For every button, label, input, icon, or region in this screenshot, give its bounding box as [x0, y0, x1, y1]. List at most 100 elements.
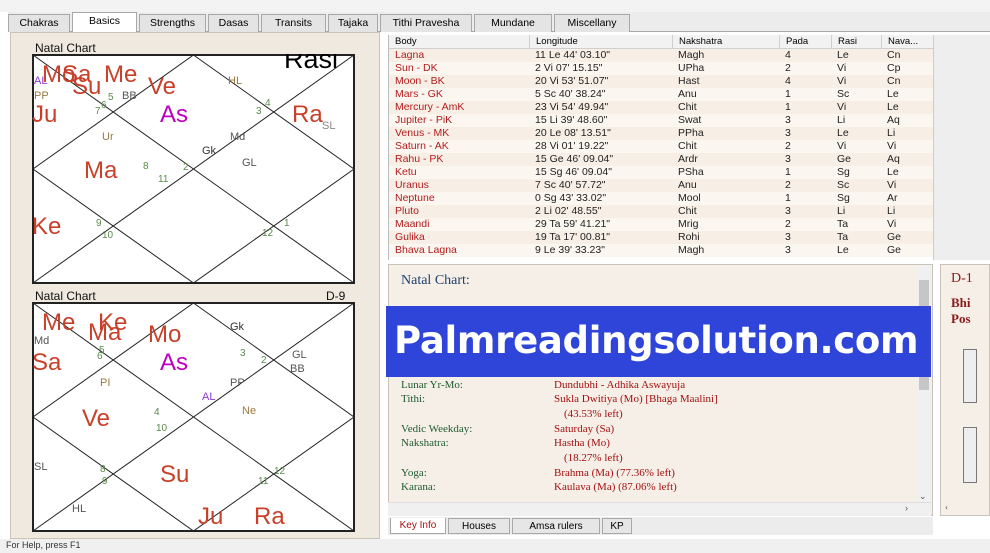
- table-cell: 3: [785, 231, 791, 243]
- table-cell: Venus - MK: [395, 127, 450, 139]
- planet-label: BB: [290, 363, 305, 375]
- scroll-right-arrow-icon[interactable]: ›: [905, 503, 908, 513]
- table-row[interactable]: Bhava Lagna 9 Le 39' 33.23" Magh 3 Le Ge: [389, 244, 934, 257]
- house-number: 11: [158, 174, 169, 185]
- table-row[interactable]: Maandi 29 Ta 59' 41.21" Mrig 2 Ta Vi: [389, 218, 934, 231]
- house-number: 12: [274, 466, 286, 477]
- table-cell: Le: [837, 127, 849, 139]
- table-cell: Magh: [678, 244, 705, 256]
- house-number: 2: [183, 162, 189, 173]
- tab-tithi-pravesha[interactable]: Tithi Pravesha: [380, 14, 472, 32]
- table-row[interactable]: Venus - MK 20 Le 08' 13.51" PPha 3 Le Li: [389, 127, 934, 140]
- table-cell: Saturn - AK: [395, 140, 449, 152]
- planet-label: HL: [228, 75, 242, 87]
- tab-chakras[interactable]: Chakras: [8, 14, 70, 32]
- tab-transits[interactable]: Transits: [261, 14, 326, 32]
- table-cell: PPha: [678, 127, 704, 139]
- table-cell: Vi: [887, 179, 897, 191]
- tab-kp[interactable]: KP: [602, 518, 632, 534]
- planet-label: GL: [292, 349, 307, 361]
- bottom-tabstrip: Key Info Houses Amsa rulers KP: [388, 517, 933, 535]
- info-value: Saturday (Sa): [554, 423, 615, 435]
- table-cell: Sun - DK: [395, 62, 438, 74]
- table-cell: Sg: [837, 192, 850, 204]
- planet-table[interactable]: Body Longitude Nakshatra Pada Rasi Nava.…: [388, 35, 934, 260]
- info-value: Sukla Dwitiya (Mo) [Bhaga Maalini]: [554, 393, 718, 405]
- tab-strengths[interactable]: Strengths: [139, 14, 206, 32]
- house-number: 1: [284, 218, 290, 229]
- table-row[interactable]: Ketu 15 Sg 46' 09.04" PSha 1 Sg Le: [389, 166, 934, 179]
- table-cell: Rohi: [678, 231, 700, 243]
- table-row[interactable]: Lagna 11 Le 44' 03.10" Magh 4 Le Cn: [389, 49, 934, 62]
- d-panel-scroll-left-icon[interactable]: ‹: [945, 502, 948, 512]
- table-row[interactable]: Gulika 19 Ta 17' 00.81" Rohi 3 Ta Ge: [389, 231, 934, 244]
- scroll-down-arrow-icon[interactable]: ⌄: [919, 491, 927, 502]
- table-cell: Anu: [678, 179, 697, 191]
- col-rasi[interactable]: Rasi: [832, 35, 882, 49]
- table-cell: Mool: [678, 192, 701, 204]
- table-row[interactable]: Saturn - AK 28 Vi 01' 19.22" Chit 2 Vi Vi: [389, 140, 934, 153]
- table-cell: Li: [887, 127, 896, 139]
- table-side-area: [933, 35, 990, 260]
- tab-amsa-rulers[interactable]: Amsa rulers: [512, 518, 600, 534]
- divisional-panel: D-1 Bhi Pos ‹: [940, 264, 990, 516]
- table-row[interactable]: Moon - BK 20 Vi 53' 51.07" Hast 4 Vi Cn: [389, 75, 934, 88]
- table-row[interactable]: Pluto 2 Li 02' 48.55" Chit 3 Li Li: [389, 205, 934, 218]
- table-row[interactable]: Sun - DK 2 Vi 07' 15.15" UPha 2 Vi Cp: [389, 62, 934, 75]
- planet-label: Md: [34, 335, 49, 347]
- table-cell: Ge: [837, 153, 852, 165]
- table-cell: Vi: [837, 75, 847, 87]
- table-row[interactable]: Uranus 7 Sc 40' 57.72" Anu 2 Sc Vi: [389, 179, 934, 192]
- table-row[interactable]: Mercury - AmK 23 Vi 54' 49.94" Chit 1 Vi Le: [389, 101, 934, 114]
- table-cell: 4: [785, 49, 791, 61]
- planet-label: Ju: [32, 101, 57, 128]
- planet-label: Su: [72, 73, 101, 100]
- info-horizontal-scrollbar[interactable]: › ⌄: [388, 491, 931, 516]
- navamsa-chart[interactable]: Me KeMa Mo GkMdSa As GLBBPI PPALVe NeSL SuHL Ju Ra…: [32, 302, 355, 532]
- col-navamsa[interactable]: Nava...: [882, 35, 934, 49]
- tab-dasas[interactable]: Dasas: [208, 14, 259, 32]
- table-cell: 3: [785, 153, 791, 165]
- table-cell: 2 Vi 07' 15.15": [535, 62, 603, 74]
- table-cell: Sc: [837, 179, 850, 191]
- table-cell: Bhava Lagna: [395, 244, 457, 256]
- col-longitude[interactable]: Longitude: [530, 35, 673, 49]
- tab-miscellany[interactable]: Miscellany: [554, 14, 630, 32]
- col-pada[interactable]: Pada: [780, 35, 832, 49]
- d-panel-line2: Pos: [951, 311, 971, 326]
- table-cell: Ge: [887, 231, 902, 243]
- table-row[interactable]: Mars - GK 5 Sc 40' 38.24" Anu 1 Sc Le: [389, 88, 934, 101]
- table-cell: Maandi: [395, 218, 430, 230]
- table-cell: Vi: [837, 101, 847, 113]
- table-row[interactable]: Rahu - PK 15 Ge 46' 09.04" Ardr 3 Ge Aq: [389, 153, 934, 166]
- table-cell: Cn: [887, 49, 901, 61]
- house-number: 3: [240, 348, 246, 359]
- table-row[interactable]: Neptune 0 Sg 43' 33.02" Mool 1 Sg Ar: [389, 192, 934, 205]
- planet-label: Me: [104, 61, 137, 88]
- info-label: Vedic Weekday:: [401, 423, 473, 435]
- col-body[interactable]: Body: [389, 35, 530, 49]
- rasi-chart-title: Natal Chart: [35, 41, 96, 55]
- table-cell: Le: [887, 101, 899, 113]
- house-number: 12: [262, 228, 274, 239]
- d-panel-mini-chart: [963, 349, 977, 403]
- table-cell: 4: [785, 75, 791, 87]
- col-nakshatra[interactable]: Nakshatra: [673, 35, 780, 49]
- house-number: 9: [102, 476, 108, 487]
- tab-tajaka[interactable]: Tajaka: [328, 14, 378, 32]
- table-cell: PSha: [678, 166, 704, 178]
- info-label: Yoga:: [401, 467, 427, 479]
- info-label: Karana:: [401, 481, 436, 493]
- table-cell: 3: [785, 205, 791, 217]
- table-cell: Mercury - AmK: [395, 101, 465, 113]
- table-cell: Ta: [837, 231, 849, 243]
- table-row[interactable]: Jupiter - PiK 15 Li 39' 48.60" Swat 3 Li Aq: [389, 114, 934, 127]
- rasi-chart[interactable]: MoSa MeSu VeALPP BBHLJu As Ra SLUr MdGkGLMaKe65…: [32, 54, 355, 284]
- tab-basics[interactable]: Basics: [72, 12, 137, 33]
- tab-houses[interactable]: Houses: [448, 518, 510, 534]
- tab-key-info[interactable]: Key Info: [390, 518, 446, 534]
- house-number: 9: [96, 218, 102, 229]
- tab-mundane[interactable]: Mundane: [474, 14, 552, 32]
- table-cell: Chit: [678, 101, 697, 113]
- planet-label: As: [160, 101, 188, 128]
